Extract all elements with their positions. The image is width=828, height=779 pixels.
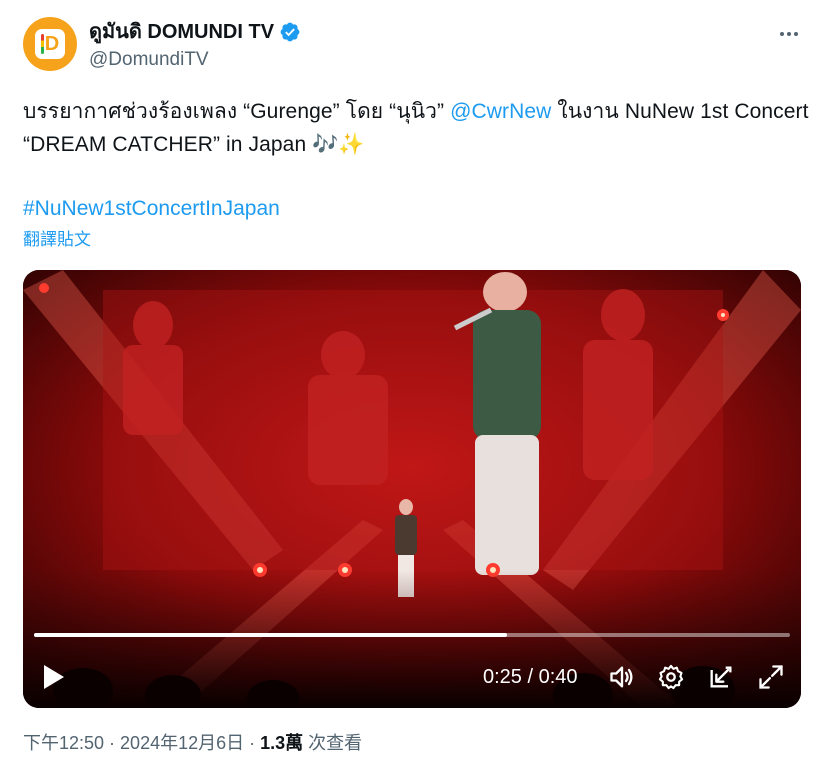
play-icon[interactable] — [41, 663, 67, 691]
current-time: 0:25 — [483, 666, 522, 688]
display-name[interactable]: ดูมันดิ DOMUNDI TV — [89, 19, 301, 45]
tweet-time[interactable]: 下午12:50 — [23, 733, 104, 753]
avatar-stripe — [41, 34, 44, 54]
settings-icon[interactable] — [657, 663, 685, 691]
duration: 0:40 — [538, 666, 578, 688]
volume-icon[interactable] — [608, 663, 636, 691]
view-label: 次查看 — [303, 733, 363, 753]
meta-separator: · — [244, 733, 261, 753]
tweet-date[interactable]: 2024年12月6日 — [120, 733, 244, 753]
translate-button[interactable]: 翻譯貼文 — [23, 229, 91, 251]
verified-badge-icon — [280, 22, 300, 42]
time-separator: / — [521, 666, 539, 688]
handle[interactable]: @DomundiTV — [89, 48, 209, 72]
minimize-icon[interactable] — [707, 663, 735, 691]
video-frame — [23, 270, 801, 708]
tweet-text: บรรยากาศช่วงร้องเพลง “Gurenge” โดย “นุนิ… — [23, 95, 813, 161]
video-player[interactable]: 0:25 / 0:40 — [23, 270, 801, 708]
video-progress-fill — [34, 633, 507, 637]
more-icon[interactable] — [777, 22, 801, 46]
display-name-text[interactable]: ดูมันดิ DOMUNDI TV — [89, 19, 274, 45]
tweet-text-part1: บรรยากาศช่วงร้องเพลง “Gurenge” โดย “นุนิ… — [23, 100, 451, 123]
hashtag-link[interactable]: #NuNew1stConcertInJapan — [23, 194, 280, 224]
avatar-letter: D — [44, 32, 60, 55]
tweet-meta: 下午12:50 · 2024年12月6日 · 1.3萬 次查看 — [23, 731, 362, 755]
video-time: 0:25 / 0:40 — [483, 664, 578, 690]
view-count: 1.3萬 — [260, 733, 304, 753]
video-progress-bar[interactable] — [34, 633, 790, 637]
meta-separator: · — [104, 733, 121, 753]
avatar-logo: D — [35, 29, 65, 59]
mention-link[interactable]: @CwrNew — [450, 100, 551, 123]
avatar[interactable]: D — [23, 17, 77, 71]
fullscreen-icon[interactable] — [757, 663, 785, 691]
